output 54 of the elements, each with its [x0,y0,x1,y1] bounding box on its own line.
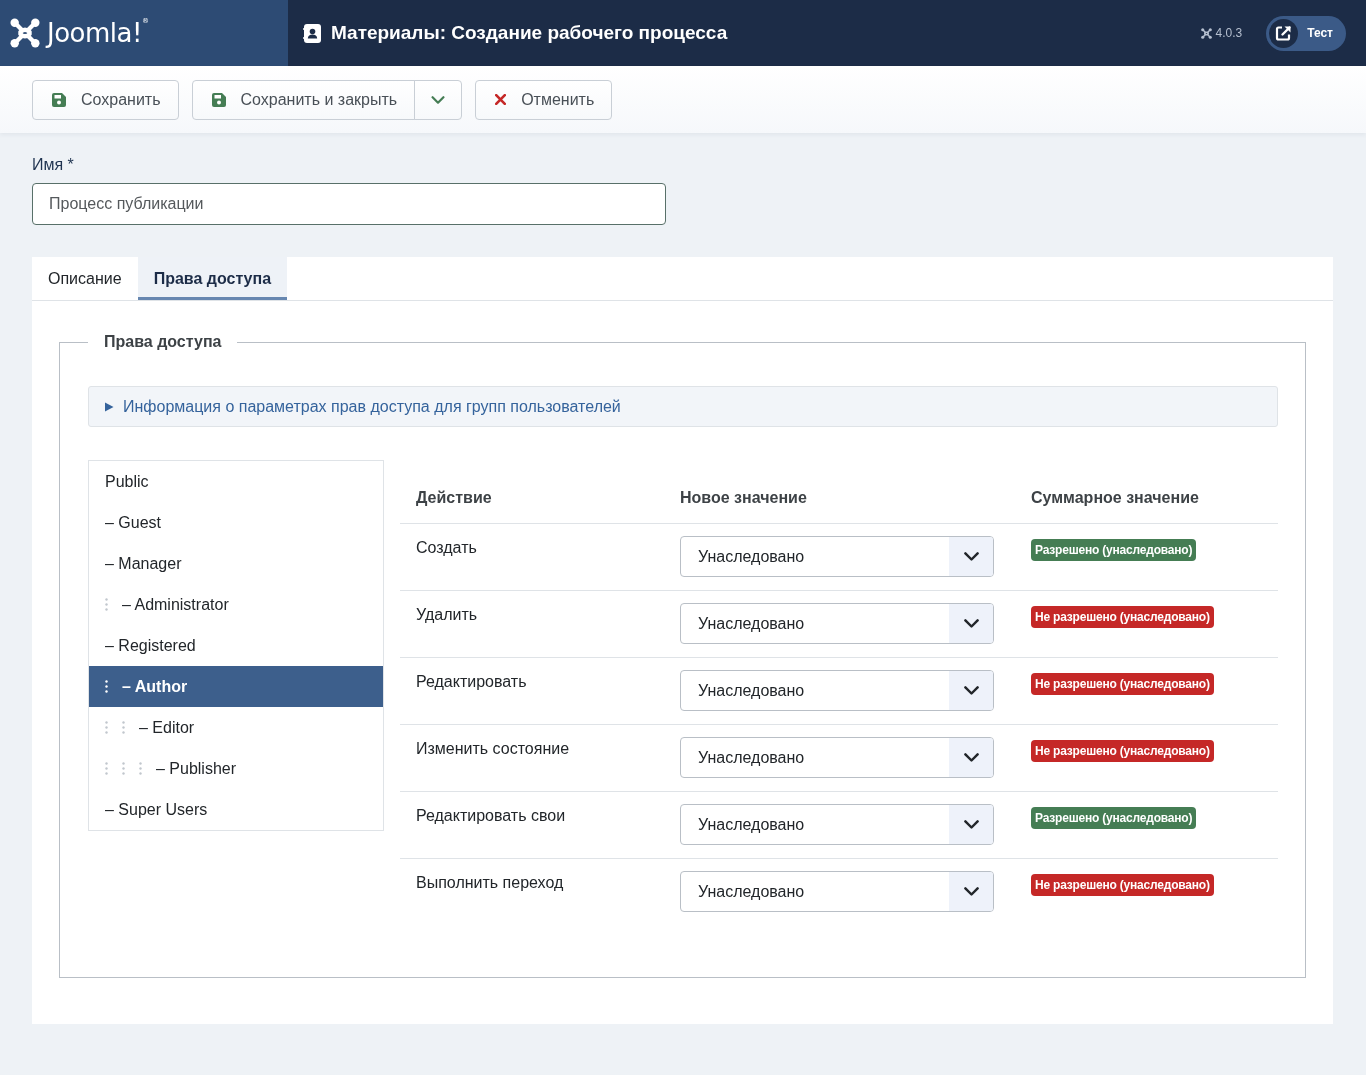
chevron-down-icon [431,95,446,104]
status-badge: Разрешено (унаследовано) [1031,807,1197,829]
status-badge: Не разрешено (унаследовано) [1031,606,1214,628]
chevron-down-icon [963,619,979,628]
column-header: Действие [416,488,492,508]
page-title: Материалы: Создание рабочего процесса [331,22,728,44]
save-button[interactable]: Сохранить [32,79,179,120]
close-icon [495,94,507,105]
column-header: Новое значение [680,488,807,508]
logo-icon [1201,27,1213,39]
action-label: Изменить состояние [416,739,570,759]
field-label: Имя * [32,155,75,175]
indent-dots-icon [105,762,108,775]
logo-icon [10,18,40,48]
tab[interactable]: Права доступа [137,257,288,300]
action-label: Выполнить переход [416,873,564,893]
user-site-button[interactable]: Тест [1266,15,1346,51]
indent-dots-icon [105,680,108,693]
version-label: 4.0.3 [1215,26,1243,40]
chevron-down-icon [963,686,979,695]
indent-dots-icon [105,721,108,734]
info-disclosure[interactable]: Информация о параметрах прав доступа для групп пользователей [88,386,1278,427]
chevron-down-icon [963,820,979,829]
chevron-down-icon [963,753,979,762]
indent-dots-icon [105,598,108,611]
action-label: Удалить [416,605,478,625]
permission-select[interactable]: Унаследовано [680,737,994,778]
permission-select[interactable]: Унаследовано [680,603,994,644]
column-header: Суммарное значение [1031,488,1199,508]
action-label: Редактировать свои [416,806,566,826]
chevron-down-icon [963,552,979,561]
indent-dots-icon [139,762,142,775]
indent-dots-icon [122,721,125,734]
save-button[interactable]: Сохранить и закрыть [191,79,416,120]
dropdown-toggle-button[interactable] [414,79,463,120]
permission-select[interactable]: Унаследовано [680,871,994,912]
indent-dots-icon [122,762,125,775]
permission-select[interactable]: Унаследовано [680,804,994,845]
name-input[interactable]: Процесс публикации [32,183,666,225]
group-item[interactable]: – Author [89,666,383,707]
permission-select[interactable]: Унаследовано [680,536,994,577]
logo-wordmark: Joomla!$^{®}$ [47,20,149,46]
status-badge: Не разрешено (унаследовано) [1031,874,1214,896]
contact-book-icon [303,23,321,43]
status-badge: Не разрешено (унаследовано) [1031,673,1214,695]
external-link-icon [1269,18,1299,48]
permission-select[interactable]: Унаследовано [680,670,994,711]
chevron-down-icon [963,887,979,896]
cancel-button[interactable]: Отменить [475,79,613,120]
action-label: Редактировать [416,672,527,692]
fieldset-legend: Права доступа [88,330,238,354]
action-label: Создать [416,538,477,558]
status-badge: Разрешено (унаследовано) [1031,539,1197,561]
status-badge: Не разрешено (унаследовано) [1031,740,1214,762]
